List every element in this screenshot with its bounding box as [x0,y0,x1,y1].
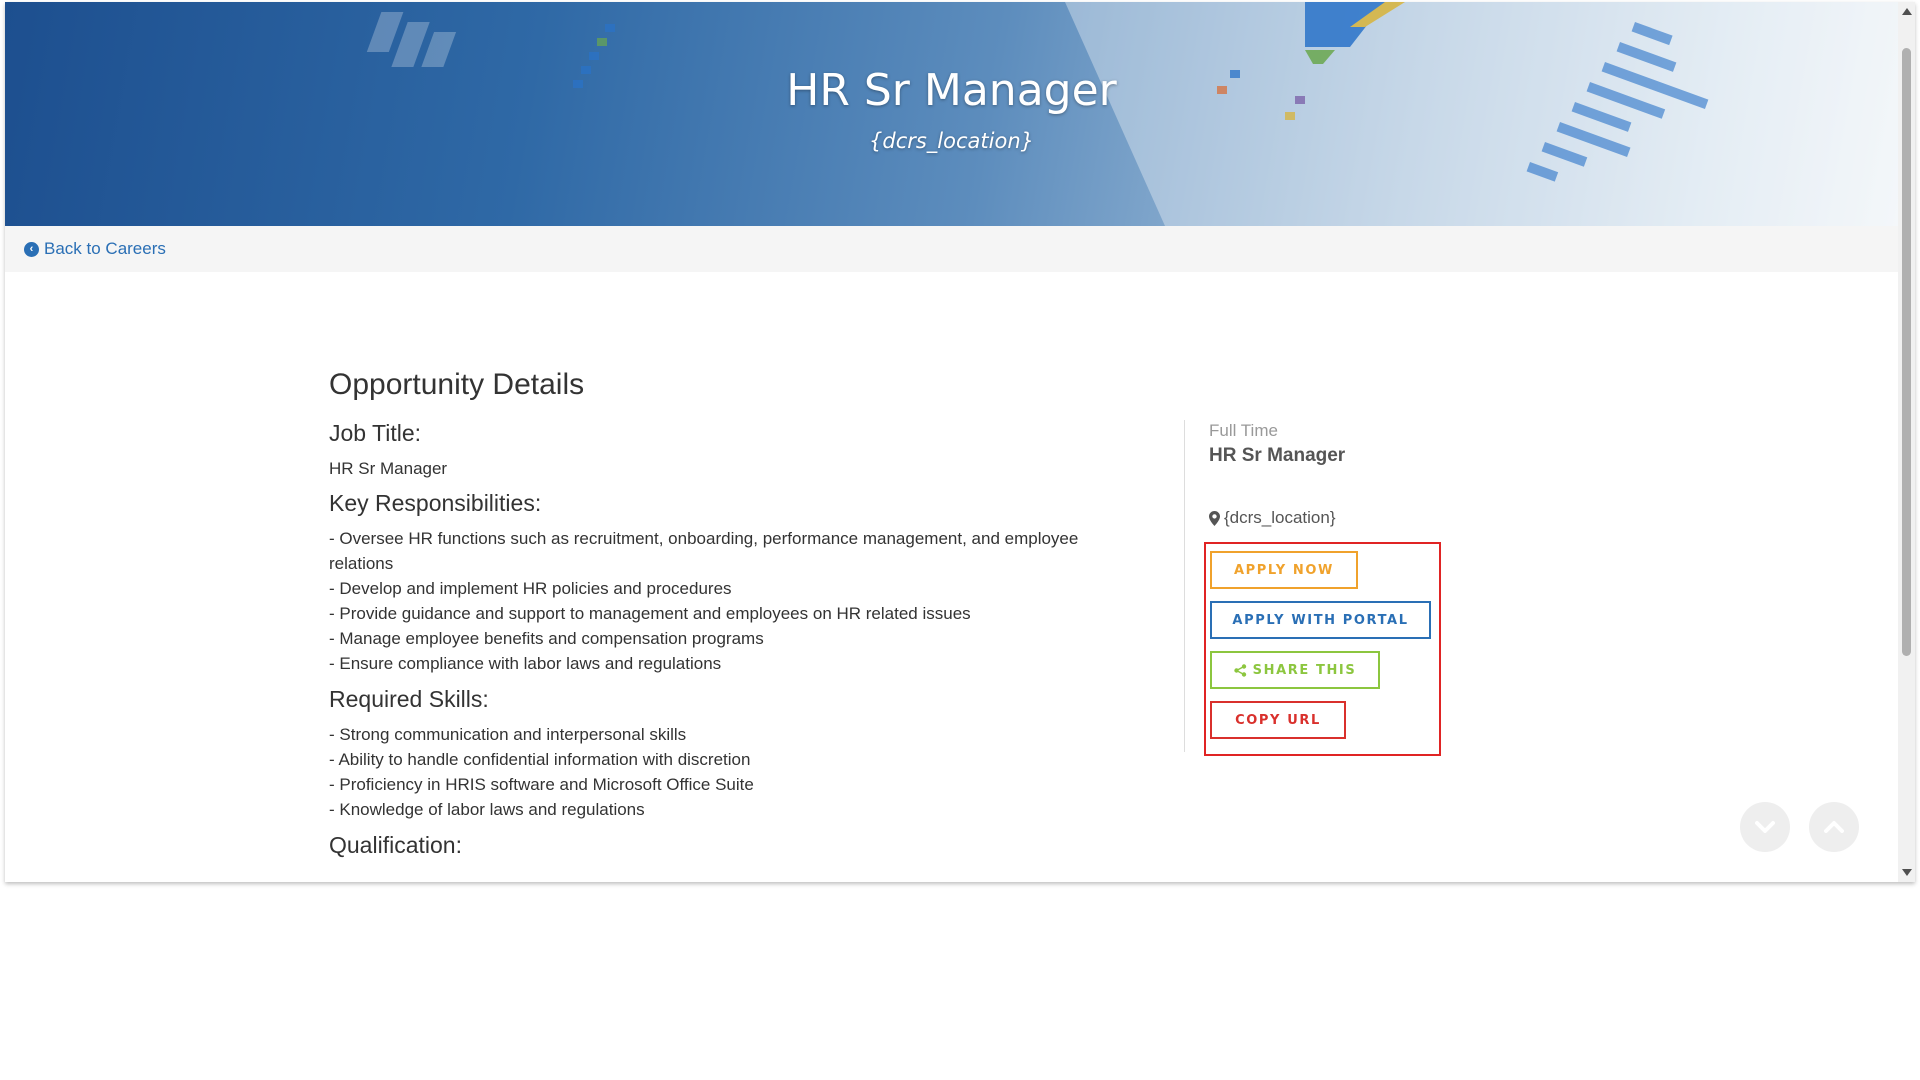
list-item: - Proficiency in HRIS software and Micro… [329,775,754,794]
qualification-heading: Qualification: [329,832,462,858]
job-title-value: HR Sr Manager [329,459,448,478]
chevron-up-icon [1824,821,1844,833]
list-item: - Manage employee benefits and compensat… [329,629,764,648]
back-bar: ‹ Back to Careers [5,226,1898,272]
chevron-down-icon [1755,821,1775,833]
sidebar-location: {dcrs_location} [1209,508,1336,528]
list-item: - Develop and implement HR policies and … [329,579,732,598]
job-sidebar: Full Time HR Sr Manager {dcrs_location} … [1204,420,1489,756]
copy-url-label: COPY URL [1235,712,1321,728]
responsibilities-heading: Key Responsibilities: [329,490,542,516]
share-this-label: SHARE THIS [1252,662,1357,678]
apply-now-button[interactable]: APPLY NOW [1210,551,1358,589]
back-link-label: Back to Careers [44,239,166,258]
hero-banner: HR Sr Manager {dcrs_location} [5,2,1898,226]
sidebar-job-title: HR Sr Manager [1209,445,1346,466]
share-this-button[interactable]: SHARE THIS [1210,651,1380,689]
opportunity-details: Opportunity Details Job Title: HR Sr Man… [329,367,1129,868]
back-to-careers-link[interactable]: ‹ Back to Careers [24,239,166,259]
scrollbar-up-arrow[interactable] [1902,8,1912,15]
apply-with-portal-button[interactable]: APPLY WITH PORTAL [1210,601,1431,639]
action-buttons-highlight: APPLY NOW APPLY WITH PORTAL SHARE THIS C… [1204,542,1441,756]
list-item: - Knowledge of labor laws and regulation… [329,800,645,819]
browser-viewport: HR Sr Manager {dcrs_location} ‹ Back to … [5,2,1915,882]
scroll-down-button[interactable] [1740,802,1790,852]
job-title-heading: Job Title: [329,420,422,446]
list-item: - Oversee HR functions such as recruitme… [329,529,1079,573]
list-item: - Ensure compliance with labor laws and … [329,654,722,673]
share-icon [1233,663,1246,677]
map-marker-icon [1209,510,1220,526]
employment-type: Full Time [1209,421,1278,440]
copy-url-button[interactable]: COPY URL [1210,701,1346,739]
opportunity-details-heading: Opportunity Details [329,368,585,401]
sidebar-location-text: {dcrs_location} [1224,508,1336,527]
list-item: - Strong communication and interpersonal… [329,725,687,744]
hero-job-title: HR Sr Manager [786,65,1117,116]
scrollbar-down-arrow[interactable] [1902,869,1912,876]
sidebar-divider [1184,420,1185,752]
skills-list: - Strong communication and interpersonal… [329,722,1129,822]
hero-location: {dcrs_location} [869,129,1034,153]
list-item: - Ability to handle confidential informa… [329,750,751,769]
list-item: - Provide guidance and support to manage… [329,604,971,623]
scroll-up-button[interactable] [1809,802,1859,852]
chevron-circle-left-icon: ‹ [24,241,39,257]
skills-heading: Required Skills: [329,686,489,712]
scrollbar-thumb[interactable] [1902,48,1911,656]
responsibilities-list: - Oversee HR functions such as recruitme… [329,526,1129,676]
apply-with-portal-label: APPLY WITH PORTAL [1232,612,1409,628]
apply-now-label: APPLY NOW [1234,562,1334,578]
vertical-scrollbar[interactable] [1898,2,1915,882]
